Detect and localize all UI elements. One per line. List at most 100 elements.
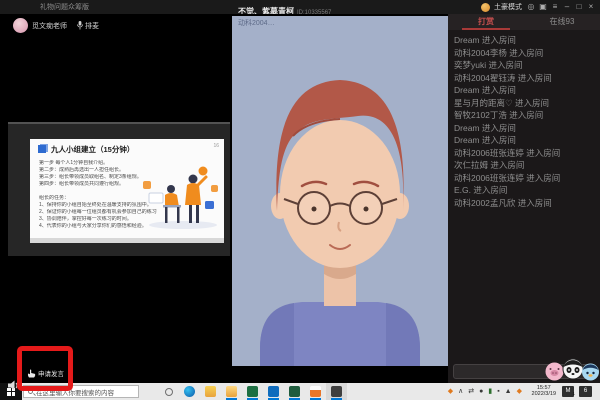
popout-icon[interactable] [538,0,548,14]
chat-message: E.G. 进入房间 [454,184,596,197]
window-controls [526,0,596,14]
chat-text: 星与月的距离♡ 进入房间 [454,97,596,110]
dingtalk-icon[interactable] [284,383,305,400]
slide-footer-strip [30,238,224,243]
slide-text-line: 2、保证你的小组每一位组员都有机会参加自己的练习。 [39,209,157,216]
chat-message: 智牧2102丁浩 进入房间 [454,109,596,122]
chat-message: Dream 进入房间 [454,122,596,135]
chat-text: 动科2006班张连婷 进入房间 [454,147,596,160]
chat-message: 次仁拉姆 进入房间 [454,159,596,172]
chat-tabs: 打赏 在线93 [448,14,600,30]
edge-icon[interactable] [179,383,200,400]
slide-body: 第一步 每个人1分钟自我介绍。第二步：成熟后再选出一人担任组长。第三步：组长带领… [39,160,157,230]
participant-label: 动科2004… [238,18,275,28]
effects-icon[interactable] [526,0,536,14]
meeting-app-icon[interactable] [326,383,347,400]
slide-logo-icon [38,145,46,153]
slide-text-line [39,188,157,195]
qq-icon[interactable] [305,383,326,400]
presentation-slide: 九人小组建立（15分钟） 16 第一步 每个人1分钟自我介绍。第二步：成熟后再选… [30,139,224,243]
chat-panel: 打赏 在线93 Dream 进入房间 动科2004阮子豪 这个说话需要认证 动科… [448,14,600,383]
host-row: 觅文痴老师 排麦 [13,18,99,33]
sync-icon[interactable] [468,383,474,400]
participant-video-avatar [232,16,448,366]
system-tray [448,383,522,400]
chat-message: 动科2004李杨 进入房间 [454,47,596,60]
window-title: 礼物问题众筹版 [40,2,89,12]
host-name: 觅文痴老师 [32,21,67,31]
slide-text-line: 第三步：组长带领成员取组名、制定3条组规。 [39,174,157,181]
rich-mode-label: 土豪模式 [494,2,522,12]
video-column: 觅文痴老师 排麦 九人小组建立（15分钟） 16 第一步 每个人1分钟自我介绍。… [0,14,232,383]
chat-text: Dream 进入房间 [454,122,596,135]
chat-message: 动科2006班张连婷 进入房间 [454,172,596,185]
slide-title: 九人小组建立（15分钟） [51,144,134,155]
slide-text-line: 4、代表你的小组与大家分享你们的感悟和经验。 [39,223,157,230]
slide-illustration [141,165,221,231]
chat-message-list[interactable]: Dream 进入房间 动科2004阮子豪 这个说话需要认证 动科2004李杨 进… [454,34,596,360]
qq-tray-icon[interactable] [448,383,453,400]
excel-icon[interactable] [242,383,263,400]
taskbar: 在这里输入你要搜索的内容 15:57 2022/3/19 M1 6 [0,383,600,400]
chat-message: 动科2006班张连婷 进入房间 [454,147,596,160]
chat-text: 次仁拉姆 进入房间 [454,159,596,172]
network-icon[interactable] [505,383,512,400]
close-icon[interactable] [586,0,596,14]
chat-message: 星与月的距离♡ 进入房间 [454,97,596,110]
chat-text: E.G. 进入房间 [454,184,596,197]
slide-text-line: 1、保持你的小组自始至终处在温暖支持的氛围中。 [39,202,157,209]
screen-share-video: 九人小组建立（15分钟） 16 第一步 每个人1分钟自我介绍。第二步：成熟后再选… [8,122,230,256]
slide-text-line: 组长的任务： [39,195,157,202]
annotation-box [17,346,73,391]
taskbar-clock[interactable]: 15:57 2022/3/19 [532,385,556,397]
mic-icon [77,21,83,30]
titlebar: 礼物问题众筹版 不觉、紫慕青柯ID:10335567 土豪模式 [0,0,600,14]
tab-reward[interactable]: 打赏 [448,14,524,30]
ime-badge: 1 [572,388,575,399]
chat-message: Dream 进入房间 [454,84,596,97]
slide-page-number: 16 [213,143,219,149]
mic-tray-icon[interactable] [497,383,499,400]
security-tray-icon[interactable] [517,383,522,400]
chat-text: 动科2002孟凡欣 进入房间 [454,197,596,210]
slide-text-line: 第二步：成熟后再选出一人担任组长。 [39,167,157,174]
taskbar-apps [158,383,347,400]
coin-icon [481,3,490,12]
file-explorer-icon[interactable] [221,383,242,400]
menu-icon[interactable] [550,0,560,14]
hidden-icons-icon[interactable] [458,383,463,400]
chat-message: 动科2004翟钰涛 进入房间 [454,72,596,85]
capture-icon[interactable] [488,383,492,400]
cortana-icon[interactable] [158,383,179,400]
tab-online[interactable]: 在线93 [524,14,600,30]
chat-text: 动科2006班张连婷 进入房间 [454,172,596,185]
maximize-icon[interactable] [574,0,584,14]
chat-text: 奕梦yuki 进入房间 [454,59,596,72]
app-misc-icon[interactable] [200,383,221,400]
tab-online-label: 在线93 [550,17,575,26]
cloud-icon[interactable] [479,383,483,400]
active-tab-underline [462,28,510,30]
chat-message: 动科2002孟凡欣 进入房间 [454,197,596,210]
app-window: 礼物问题众筹版 不觉、紫慕青柯ID:10335567 土豪模式 觅文痴老师 排麦… [0,0,600,400]
slide-text-line: 第四步：组长带领成员共同遵行组规。 [39,181,157,188]
chat-text: 动科2004李杨 进入房间 [454,47,596,60]
queue-mic-label[interactable]: 排麦 [85,21,99,31]
chat-message: Dream 进入房间 [454,34,596,47]
ime-icon[interactable]: M1 [562,386,574,397]
chat-text: 智牧2102丁浩 进入房间 [454,109,596,122]
chat-message: 奕梦yuki 进入房间 [454,59,596,72]
host-avatar[interactable] [13,18,28,33]
chat-text: 动科2004翟钰涛 进入房间 [454,72,596,85]
outlook-icon[interactable] [263,383,284,400]
chat-message: Dream 进入房间 [454,134,596,147]
stage: 动科2004… [232,14,448,383]
bird-sticker[interactable] [581,362,600,381]
notifications-icon[interactable]: 6 [579,386,592,397]
slide-text-line: 3、协调陪伴，掌控好每一次练习的时间。 [39,216,157,223]
tab-reward-label: 打赏 [478,17,494,26]
sticker-row [545,358,600,382]
chat-text: Dream 进入房间 [454,134,596,147]
chat-text: Dream 进入房间 [454,34,596,47]
minimize-icon[interactable] [562,0,572,14]
